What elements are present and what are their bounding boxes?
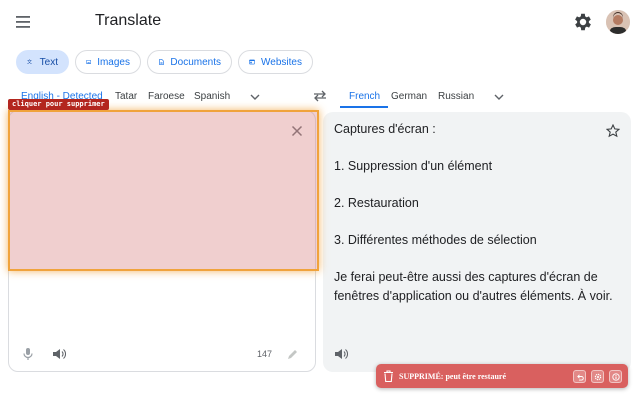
website-icon [249, 59, 255, 65]
save-translation-star-icon[interactable] [606, 124, 620, 138]
document-icon [159, 59, 164, 65]
microphone-icon[interactable] [22, 347, 34, 361]
swap-languages-icon[interactable] [313, 89, 327, 103]
documents-mode-label: Documents [170, 56, 221, 68]
translation-speaker-icon[interactable] [334, 347, 348, 361]
images-mode-button[interactable]: Images [75, 50, 141, 74]
source-lang-tatar[interactable]: Tatar [115, 91, 137, 102]
app-header: Translate [0, 0, 640, 44]
translation-line: Je ferai peut-être aussi des captures d'… [334, 270, 613, 303]
target-lang-russian[interactable]: Russian [438, 91, 474, 102]
text-mode-label: Text [39, 56, 58, 68]
translation-line: 1. Suppression d'un élément [334, 159, 493, 173]
images-mode-label: Images [97, 56, 130, 68]
menu-icon[interactable] [14, 14, 34, 30]
svg-text:文: 文 [27, 59, 32, 66]
translation-line: 2. Restauration [334, 196, 419, 210]
translation-line: 3. Différentes méthodes de sélection [334, 233, 537, 247]
element-removal-highlight[interactable] [8, 110, 319, 271]
trash-icon [384, 370, 393, 382]
user-avatar[interactable] [606, 10, 630, 34]
source-lang-spanish[interactable]: Spanish [194, 91, 230, 102]
source-lang-faroese[interactable]: Faroese [148, 91, 185, 102]
character-count: 147 [257, 349, 273, 359]
source-speaker-icon[interactable] [52, 347, 66, 361]
target-lang-indicator [340, 106, 388, 108]
target-lang-german[interactable]: German [391, 91, 427, 102]
translate-icon: 文 [27, 59, 32, 66]
removal-hint-tag: cliquer pour supprimer [8, 99, 109, 110]
translation-text: Captures d'écran : 1. Suppression d'un é… [334, 120, 624, 305]
app-title: Translate [95, 12, 162, 29]
text-mode-button[interactable]: 文 Text [16, 50, 69, 74]
pencil-icon [287, 349, 298, 360]
settings-icon[interactable] [591, 370, 604, 383]
websites-mode-label: Websites [261, 56, 302, 68]
undo-icon[interactable] [573, 370, 586, 383]
documents-mode-button[interactable]: Documents [147, 50, 232, 74]
removed-notification-toast: SUPPRIMÉ: peut être restauré [376, 364, 628, 388]
websites-mode-button[interactable]: Websites [238, 50, 313, 74]
image-icon [86, 60, 92, 64]
source-lang-chevron-down-icon[interactable] [249, 91, 261, 103]
toast-message: SUPPRIMÉ: peut être restauré [399, 371, 507, 381]
target-lang-chevron-down-icon[interactable] [493, 91, 505, 103]
translation-line: Captures d'écran : [334, 122, 436, 136]
target-lang-french[interactable]: French [349, 91, 380, 102]
info-icon[interactable] [609, 370, 622, 383]
settings-gear-icon[interactable] [572, 11, 594, 33]
